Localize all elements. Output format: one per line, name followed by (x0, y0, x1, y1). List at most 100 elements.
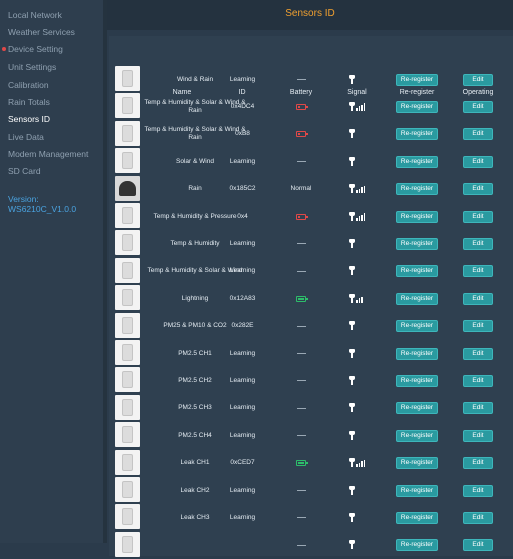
re-register-cell: Re-register (394, 504, 440, 531)
table-row: Temp & Humidity Learning Re-register Edit (109, 230, 513, 257)
re-register-button[interactable]: Re-register (396, 539, 438, 552)
signal-antenna-icon (349, 540, 365, 550)
re-register-button[interactable]: Re-register (396, 457, 438, 470)
re-register-button[interactable]: Re-register (396, 402, 438, 415)
re-register-button[interactable]: Re-register (396, 347, 438, 360)
battery-cell (272, 93, 330, 120)
sensor-device-image (122, 371, 133, 389)
battery-cell (272, 477, 330, 504)
re-register-button[interactable]: Re-register (396, 292, 438, 305)
re-register-button[interactable]: Re-register (396, 128, 438, 141)
sidebar-item-local-network[interactable]: Local Network (8, 10, 62, 21)
edit-button[interactable]: Edit (463, 100, 493, 113)
signal-cell (328, 477, 386, 504)
re-register-button[interactable]: Re-register (396, 374, 438, 387)
operating-cell: Edit (461, 313, 495, 340)
signal-cell (328, 121, 386, 148)
sidebar-item-calibration[interactable]: Calibration (8, 80, 49, 91)
edit-button[interactable]: Edit (463, 265, 493, 278)
edit-button[interactable]: Edit (463, 374, 493, 387)
battery-cell (272, 313, 330, 340)
edit-button[interactable]: Edit (463, 429, 493, 442)
sensor-thumbnail (115, 367, 140, 393)
re-register-button[interactable]: Re-register (396, 320, 438, 333)
version-label: Version: (8, 194, 39, 204)
sensor-thumbnail (115, 477, 140, 502)
sidebar-item-unit-settings[interactable]: Unit Settings (8, 62, 56, 73)
re-register-button[interactable]: Re-register (396, 100, 438, 113)
re-register-button[interactable]: Re-register (396, 484, 438, 497)
edit-button[interactable]: Edit (463, 237, 493, 250)
sensor-id: Learning (229, 404, 256, 412)
sensor-thumbnail (115, 175, 140, 201)
battery-full-icon (296, 295, 308, 302)
edit-button[interactable]: Edit (463, 183, 493, 196)
edit-button[interactable]: Edit (463, 155, 493, 168)
edit-button[interactable]: Edit (463, 210, 493, 223)
table-row: Rain 0x185C2 Normal Re-register Edit (109, 175, 513, 203)
edit-button[interactable]: Edit (463, 484, 493, 497)
edit-button[interactable]: Edit (463, 457, 493, 470)
operating-cell: Edit (461, 367, 495, 394)
operating-cell: Edit (461, 258, 495, 285)
battery-cell (272, 450, 330, 477)
battery-cell (272, 340, 330, 367)
sensor-device-image (122, 97, 133, 115)
sidebar-item-sd-card[interactable]: SD Card (8, 166, 41, 177)
sensor-id: Learning (229, 431, 256, 439)
table-row: Temp & Humidity & Solar & Wind & Rain 0x4… (109, 93, 513, 120)
signal-cell (328, 66, 386, 93)
signal-antenna-icon (349, 129, 365, 139)
edit-button[interactable]: Edit (463, 128, 493, 141)
signal-antenna-icon (349, 458, 365, 468)
re-register-button[interactable]: Re-register (396, 511, 438, 524)
signal-antenna-icon (349, 375, 365, 386)
sidebar-item-live-data[interactable]: Live Data (8, 132, 44, 143)
firmware-version: Version: WS6210C_V1.0.0 (8, 194, 76, 214)
re-register-cell: Re-register (394, 121, 440, 148)
table-row: Temp & Humidity & Solar & Wind Learning Re… (109, 257, 513, 285)
re-register-button[interactable]: Re-register (396, 183, 438, 196)
signal-cell (328, 230, 386, 257)
table-row: PM25 & PM10 & CO2 0x282E Re-register Edit (109, 312, 513, 340)
signal-cell (328, 504, 386, 531)
sensors-table: Name ID Battery Signal Re-register Opera… (109, 36, 513, 559)
sidebar-item-modem-management[interactable]: Modem Management (8, 149, 88, 160)
sensor-id: Learning (229, 376, 256, 384)
re-register-button[interactable]: Re-register (396, 155, 438, 168)
sidebar-item-device-setting[interactable]: Device Setting (2, 44, 63, 55)
page-header: Sensors ID (107, 0, 513, 30)
re-register-button[interactable]: Re-register (396, 237, 438, 250)
sidebar-item-rain-totals[interactable]: Rain Totals (8, 97, 50, 108)
signal-cell (328, 176, 386, 203)
edit-button[interactable]: Edit (463, 73, 493, 86)
signal-antenna-icon (349, 485, 365, 496)
edit-button[interactable]: Edit (463, 402, 493, 415)
edit-button[interactable]: Edit (463, 320, 493, 333)
sensor-device-image (122, 344, 133, 361)
sensor-id: 0x4DC4 (230, 102, 255, 110)
signal-antenna-icon (349, 211, 365, 222)
edit-button[interactable]: Edit (463, 347, 493, 360)
sensor-id (215, 532, 270, 559)
sidebar-item-weather-services[interactable]: Weather Services (8, 27, 75, 38)
rain-gauge-image (119, 180, 136, 196)
operating-cell: Edit (461, 148, 495, 175)
re-register-cell: Re-register (394, 285, 440, 312)
re-register-button[interactable]: Re-register (396, 210, 438, 223)
table-row: Lightning 0x12A83 Re-register Edit (109, 285, 513, 312)
battery-low-icon (296, 103, 308, 110)
re-register-button[interactable]: Re-register (396, 265, 438, 278)
re-register-cell: Re-register (394, 230, 440, 257)
re-register-button[interactable]: Re-register (396, 429, 438, 442)
edit-button[interactable]: Edit (463, 539, 493, 552)
battery-cell (272, 203, 330, 230)
edit-button[interactable]: Edit (463, 511, 493, 524)
sensor-device-image (122, 481, 133, 498)
sidebar-item-sensors-id[interactable]: Sensors ID (8, 114, 50, 125)
signal-antenna-icon (349, 184, 365, 194)
operating-cell: Edit (461, 450, 495, 477)
operating-cell: Edit (461, 176, 495, 203)
edit-button[interactable]: Edit (463, 292, 493, 305)
re-register-button[interactable]: Re-register (396, 73, 438, 86)
